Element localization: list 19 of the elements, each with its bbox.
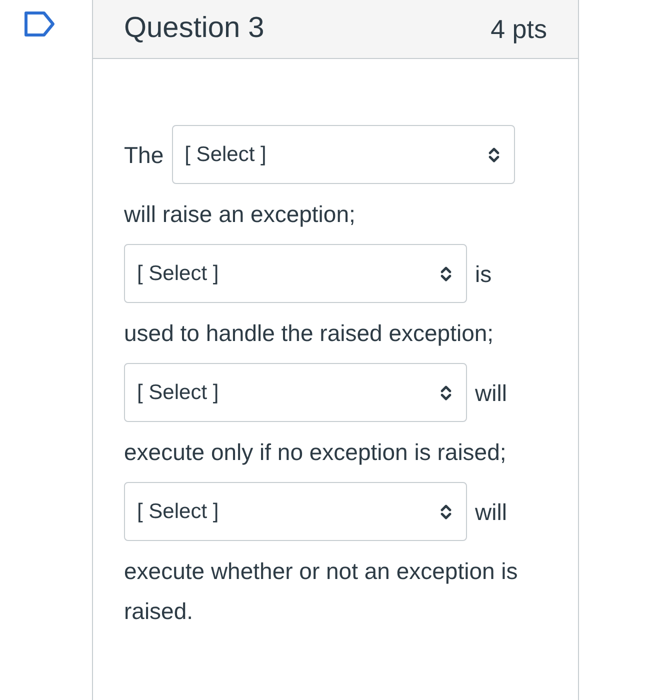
question-text: The [124,140,164,170]
bookmark-icon[interactable] [24,11,56,37]
up-down-caret-icon [440,384,452,400]
question-text: will [475,498,507,526]
up-down-caret-icon [488,146,500,162]
answer-dropdown[interactable]: [ Select ] [172,125,515,184]
answer-dropdown[interactable]: [ Select ] [124,363,467,422]
question-text: will raise an exception; [124,200,356,229]
question-title: Question 3 [124,11,264,46]
up-down-caret-icon [440,266,452,282]
up-down-caret-icon [440,504,452,520]
question-points: 4 pts [490,12,547,46]
question-text: execute only if no exception is raised; [124,438,506,467]
answer-dropdown[interactable]: [ Select ] [124,244,467,303]
answer-dropdown[interactable]: [ Select ] [124,482,467,541]
question-text: execute whether or not an exception is raised. [124,557,519,626]
question-text: used to handle the raised exception; [124,319,494,348]
question-text: is [475,260,492,288]
question-text: will [475,378,507,408]
